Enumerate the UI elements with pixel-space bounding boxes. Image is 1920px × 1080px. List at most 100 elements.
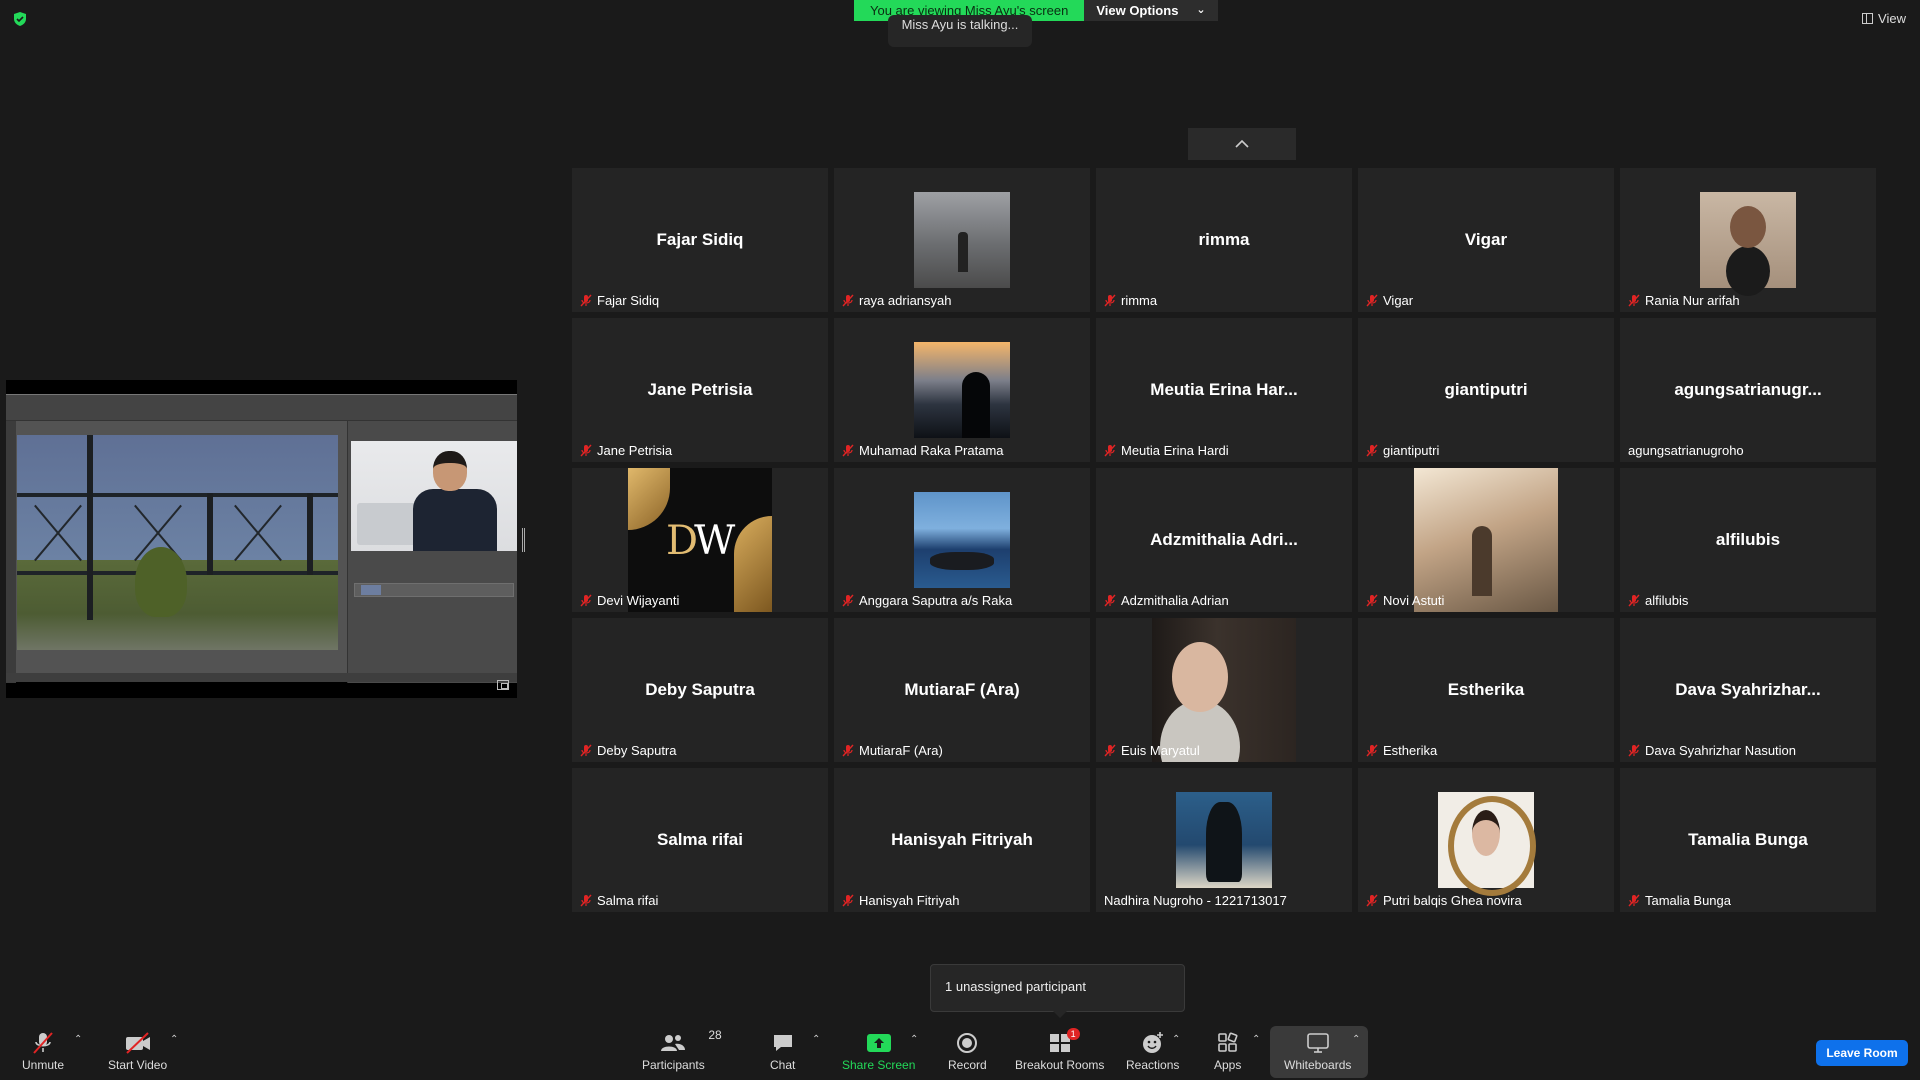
microphone-muted-icon <box>842 744 854 757</box>
start-video-button[interactable]: Start Video <box>108 1030 167 1072</box>
participant-tile[interactable]: Estherika Estherika <box>1358 618 1614 762</box>
microphone-muted-icon <box>1628 744 1640 757</box>
participant-display-name: alfilubis <box>1715 530 1781 549</box>
participant-name-text: agungsatrianugroho <box>1628 443 1744 458</box>
participant-name-text: Hanisyah Fitriyah <box>859 893 960 908</box>
shared-app-layer-row <box>354 583 514 597</box>
microphone-muted-icon <box>1366 744 1378 757</box>
participant-name-label: Putri balqis Ghea novira <box>1366 893 1522 908</box>
participant-tile[interactable]: rimma rimma <box>1096 168 1352 312</box>
participant-profile-photo <box>1414 468 1558 612</box>
participant-tile[interactable]: Dava Syahrizhar... Dava Syahrizhar Nasuti… <box>1620 618 1876 762</box>
shared-application-window <box>6 394 517 683</box>
participant-tile[interactable]: Putri balqis Ghea novira <box>1358 768 1614 912</box>
audio-options-caret-icon[interactable]: ⌃ <box>74 1034 82 1045</box>
apps-options-caret-icon[interactable]: ⌃ <box>1252 1034 1260 1045</box>
unassigned-participant-tooltip[interactable]: 1 unassigned participant <box>930 964 1185 1018</box>
chat-button[interactable]: Chat <box>770 1030 795 1072</box>
participant-tile[interactable]: Salma rifai Salma rifai <box>572 768 828 912</box>
participants-button[interactable]: 28 Participants <box>642 1028 722 1072</box>
participant-tile[interactable]: MutiaraF (Ara) MutiaraF (Ara) <box>834 618 1090 762</box>
record-icon <box>957 1033 978 1053</box>
participant-tile[interactable]: Novi Astuti <box>1358 468 1614 612</box>
participant-name-text: Muhamad Raka Pratama <box>859 443 1004 458</box>
picture-in-picture-icon[interactable] <box>497 680 509 690</box>
participant-tile[interactable]: Hanisyah Fitriyah Hanisyah Fitriyah <box>834 768 1090 912</box>
participant-display-name: Deby Saputra <box>645 680 755 699</box>
participant-tile[interactable]: agungsatrianugr... agungsatrianugroho <box>1620 318 1876 462</box>
view-layout-button[interactable]: View <box>1862 11 1906 26</box>
zoom-meeting-window: You are viewing Miss Ayu's screen View O… <box>0 0 1920 1080</box>
participant-tile[interactable]: Muhamad Raka Pratama <box>834 318 1090 462</box>
unmute-label: Unmute <box>22 1058 65 1072</box>
splitter-handle[interactable] <box>522 528 525 552</box>
apps-label: Apps <box>1214 1058 1242 1072</box>
participant-name-label: Muhamad Raka Pratama <box>842 443 1004 458</box>
microphone-muted-icon <box>1366 294 1378 307</box>
participant-profile-photo <box>914 192 1010 288</box>
participant-tile[interactable]: Euis Maryatul <box>1096 618 1352 762</box>
participant-name-label: raya adriansyah <box>842 293 952 308</box>
participant-name-text: Tamalia Bunga <box>1645 893 1731 908</box>
participant-tile[interactable]: Jane Petrisia Jane Petrisia <box>572 318 828 462</box>
share-screen-button[interactable]: Share Screen <box>842 1030 915 1072</box>
breakout-rooms-button[interactable]: 1 Breakout Rooms <box>1015 1028 1104 1072</box>
participant-profile-photo <box>1438 792 1536 896</box>
participant-tile[interactable]: Anggara Saputra a/s Raka <box>834 468 1090 612</box>
participant-name-label: Dava Syahrizhar Nasution <box>1628 743 1796 758</box>
record-button[interactable]: Record <box>948 1030 987 1072</box>
participant-tile[interactable]: Nadhira Nugroho - 1221713017 <box>1096 768 1352 912</box>
microphone-muted-icon <box>842 594 854 607</box>
apps-button[interactable]: Apps <box>1214 1030 1241 1072</box>
shared-screen-view[interactable] <box>6 380 517 698</box>
participant-tile[interactable]: Vigar Vigar <box>1358 168 1614 312</box>
view-options-button[interactable]: View Options ⌄ <box>1084 0 1218 21</box>
reactions-options-caret-icon[interactable]: ⌃ <box>1172 1034 1180 1045</box>
microphone-muted-icon <box>33 1032 53 1054</box>
participant-display-name: agungsatrianugr... <box>1674 380 1822 399</box>
active-speaker-indicator: Miss Ayu is talking... <box>888 15 1032 47</box>
participant-tile[interactable]: Deby Saputra Deby Saputra <box>572 618 828 762</box>
meeting-controls-toolbar: Unmute ⌃ Start Video ⌃ 28 Participants C… <box>0 1024 1920 1080</box>
collapse-gallery-button[interactable] <box>1188 128 1296 160</box>
participant-name-label: Hanisyah Fitriyah <box>842 893 959 908</box>
participant-tile[interactable]: Rania Nur arifah <box>1620 168 1876 312</box>
participant-tile[interactable]: Meutia Erina Har... Meutia Erina Hardi <box>1096 318 1352 462</box>
breakout-rooms-badge: 1 <box>1066 1028 1080 1040</box>
participant-name-text: Adzmithalia Adrian <box>1121 593 1229 608</box>
microphone-muted-icon <box>580 444 592 457</box>
participant-tile[interactable]: giantiputri giantiputri <box>1358 318 1614 462</box>
chat-options-caret-icon[interactable]: ⌃ <box>812 1034 820 1045</box>
share-options-caret-icon[interactable]: ⌃ <box>910 1034 918 1045</box>
participant-name-label: Tamalia Bunga <box>1628 893 1731 908</box>
participant-name-label: Nadhira Nugroho - 1221713017 <box>1104 893 1287 908</box>
participant-display-name: Tamalia Bunga <box>1688 830 1808 849</box>
participant-tile[interactable]: Tamalia Bunga Tamalia Bunga <box>1620 768 1876 912</box>
microphone-muted-icon <box>1104 294 1116 307</box>
participant-tile[interactable]: Adzmithalia Adri... Adzmithalia Adrian <box>1096 468 1352 612</box>
unmute-button[interactable]: Unmute <box>22 1030 64 1072</box>
apps-icon <box>1217 1032 1238 1052</box>
whiteboards-button[interactable]: Whiteboards <box>1284 1030 1351 1072</box>
microphone-muted-icon <box>842 894 854 907</box>
video-options-caret-icon[interactable]: ⌃ <box>170 1034 178 1045</box>
encryption-shield-icon[interactable] <box>12 11 28 27</box>
microphone-muted-icon <box>1628 294 1640 307</box>
participant-profile-photo <box>1700 192 1796 288</box>
participant-tile[interactable]: Fajar Sidiq Fajar Sidiq <box>572 168 828 312</box>
shared-app-menubar <box>6 395 517 421</box>
microphone-muted-icon <box>1628 594 1640 607</box>
participant-display-name: Salma rifai <box>657 830 743 849</box>
participant-tile[interactable]: DW Devi Wijayanti <box>572 468 828 612</box>
smiley-icon <box>1142 1032 1163 1053</box>
participant-name-label: Rania Nur arifah <box>1628 293 1740 308</box>
leave-room-button[interactable]: Leave Room <box>1816 1040 1908 1066</box>
whiteboards-options-caret-icon[interactable]: ⌃ <box>1352 1034 1360 1045</box>
reactions-label: Reactions <box>1126 1058 1180 1072</box>
participant-tile[interactable]: alfilubis alfilubis <box>1620 468 1876 612</box>
participant-name-text: Nadhira Nugroho - 1221713017 <box>1104 893 1287 908</box>
shared-app-statusbar <box>6 673 517 682</box>
participant-tile[interactable]: raya adriansyah <box>834 168 1090 312</box>
view-layout-label: View <box>1878 11 1906 26</box>
participant-name-text: raya adriansyah <box>859 293 952 308</box>
